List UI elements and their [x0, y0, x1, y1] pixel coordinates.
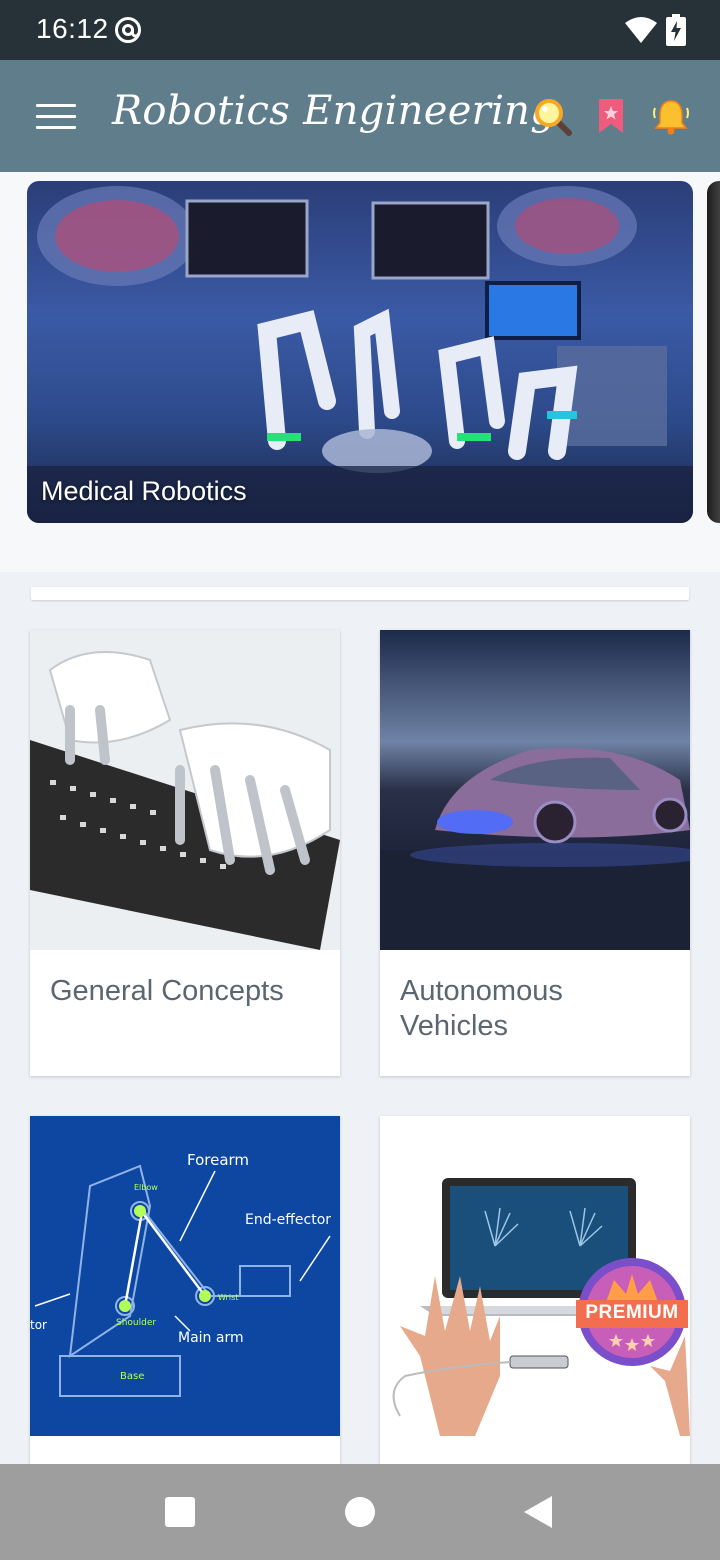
diagram-label-wrist: Wrist — [218, 1293, 239, 1302]
diagram-label-base: Base — [120, 1371, 145, 1382]
medical-robot-image — [27, 186, 693, 523]
status-bar: 16:12 — [0, 0, 720, 60]
search-icon[interactable] — [534, 98, 572, 136]
back-icon[interactable] — [522, 1494, 554, 1530]
category-card-autonomous-vehicles[interactable]: Autonomous Vehicles — [380, 630, 690, 1076]
diagram-label-main-arm: Main arm — [178, 1330, 244, 1346]
at-sign-icon — [115, 17, 141, 43]
bookmark-icon[interactable] — [598, 98, 624, 134]
banner-carousel[interactable]: Medical Robotics — [0, 172, 720, 572]
wifi-icon — [625, 17, 657, 43]
diagram-label-tor: tor — [30, 1318, 47, 1332]
home-icon[interactable] — [345, 1497, 375, 1527]
content-divider — [31, 587, 689, 600]
diagram-label-end-effector: End-effector — [245, 1212, 332, 1228]
app-title: Robotics Engineering — [112, 88, 557, 134]
category-title: General Concepts — [50, 975, 284, 1007]
system-nav-bar — [0, 1464, 720, 1560]
diagram-label-forearm: Forearm — [187, 1151, 250, 1169]
autonomous-car-image — [380, 630, 690, 950]
recents-icon[interactable] — [165, 1497, 195, 1527]
gesture-laptop-image: PREMIUM — [380, 1116, 690, 1436]
category-card-general-concepts[interactable]: General Concepts — [30, 630, 340, 1076]
diagram-label-elbow: Elbow — [134, 1183, 158, 1192]
menu-icon[interactable] — [36, 104, 76, 132]
diagram-label-shoulder: Shoulder — [116, 1318, 157, 1328]
robot-hands-image — [30, 630, 340, 950]
category-title: Autonomous Vehicles — [400, 975, 563, 1042]
premium-badge-label: PREMIUM — [585, 1302, 679, 1323]
bell-icon[interactable] — [652, 98, 690, 136]
robot-arm-diagram-image: Forearm End-effector Elbow Wrist Shoulde… — [30, 1116, 340, 1436]
app-bar: Robotics Engineering — [0, 60, 720, 172]
status-time: 16:12 — [36, 13, 109, 44]
banner-caption: Medical Robotics — [41, 476, 247, 506]
battery-charging-icon — [666, 14, 686, 46]
banner-medical-robotics[interactable]: Medical Robotics — [27, 181, 693, 523]
banner-next-preview[interactable] — [707, 181, 720, 523]
